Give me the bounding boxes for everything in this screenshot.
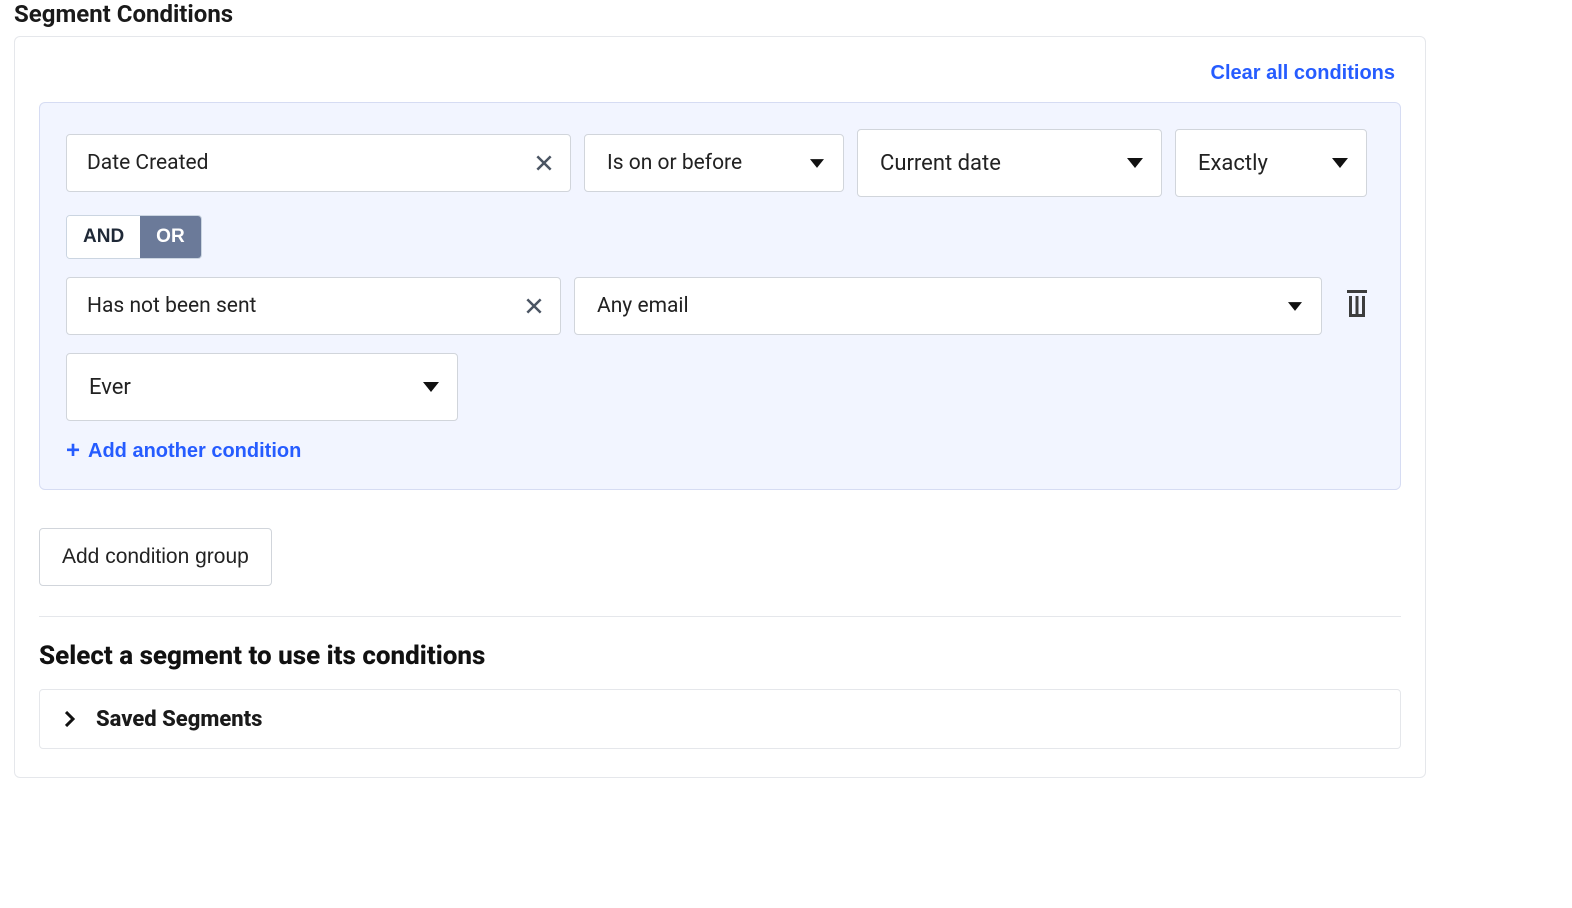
add-group-button[interactable]: Add condition group	[39, 528, 272, 586]
saved-segments-label: Saved Segments	[96, 707, 262, 732]
clear-all-button[interactable]: Clear all conditions	[1205, 61, 1401, 86]
and-segment[interactable]: AND	[67, 216, 140, 258]
caret-down-icon	[809, 158, 825, 168]
plus-icon: +	[66, 439, 80, 463]
divider	[39, 616, 1401, 617]
email-target-select[interactable]: Any email	[574, 277, 1322, 335]
operator-select[interactable]: Is on or before	[584, 134, 844, 192]
timeframe-value: Ever	[89, 375, 131, 400]
trash-icon[interactable]	[1345, 290, 1373, 322]
caret-down-icon	[1127, 158, 1143, 168]
and-or-toggle[interactable]: AND OR	[66, 215, 202, 259]
caret-down-icon	[1287, 301, 1303, 311]
exactness-select[interactable]: Exactly	[1175, 129, 1367, 197]
close-icon[interactable]	[532, 151, 556, 175]
email-target-value: Any email	[597, 294, 689, 318]
exactness-value: Exactly	[1198, 151, 1268, 176]
operator-value: Is on or before	[607, 151, 742, 175]
caret-down-icon	[1332, 158, 1348, 168]
field-select[interactable]: Has not been sent	[66, 277, 561, 335]
chevron-right-icon	[62, 711, 78, 727]
field-value: Date Created	[87, 151, 208, 175]
date-ref-value: Current date	[880, 151, 1001, 176]
page-title: Segment Conditions	[14, 0, 1426, 28]
saved-segments-accordion[interactable]: Saved Segments	[39, 689, 1401, 749]
field-select[interactable]: Date Created	[66, 134, 571, 192]
conditions-card: Clear all conditions Date Created Is on …	[14, 36, 1426, 778]
condition-row-extra: Ever	[66, 353, 1374, 421]
caret-down-icon	[423, 382, 439, 392]
field-value: Has not been sent	[87, 294, 256, 318]
add-condition-label: Add another condition	[88, 440, 301, 463]
or-segment[interactable]: OR	[140, 216, 201, 258]
condition-row: Date Created Is on or before Current dat…	[66, 129, 1374, 197]
saved-section-title: Select a segment to use its conditions	[39, 641, 1401, 671]
date-ref-select[interactable]: Current date	[857, 129, 1162, 197]
condition-row: Has not been sent Any email	[66, 277, 1374, 335]
condition-group: Date Created Is on or before Current dat…	[39, 102, 1401, 490]
add-condition-button[interactable]: + Add another condition	[66, 439, 301, 463]
timeframe-select[interactable]: Ever	[66, 353, 458, 421]
close-icon[interactable]	[522, 294, 546, 318]
